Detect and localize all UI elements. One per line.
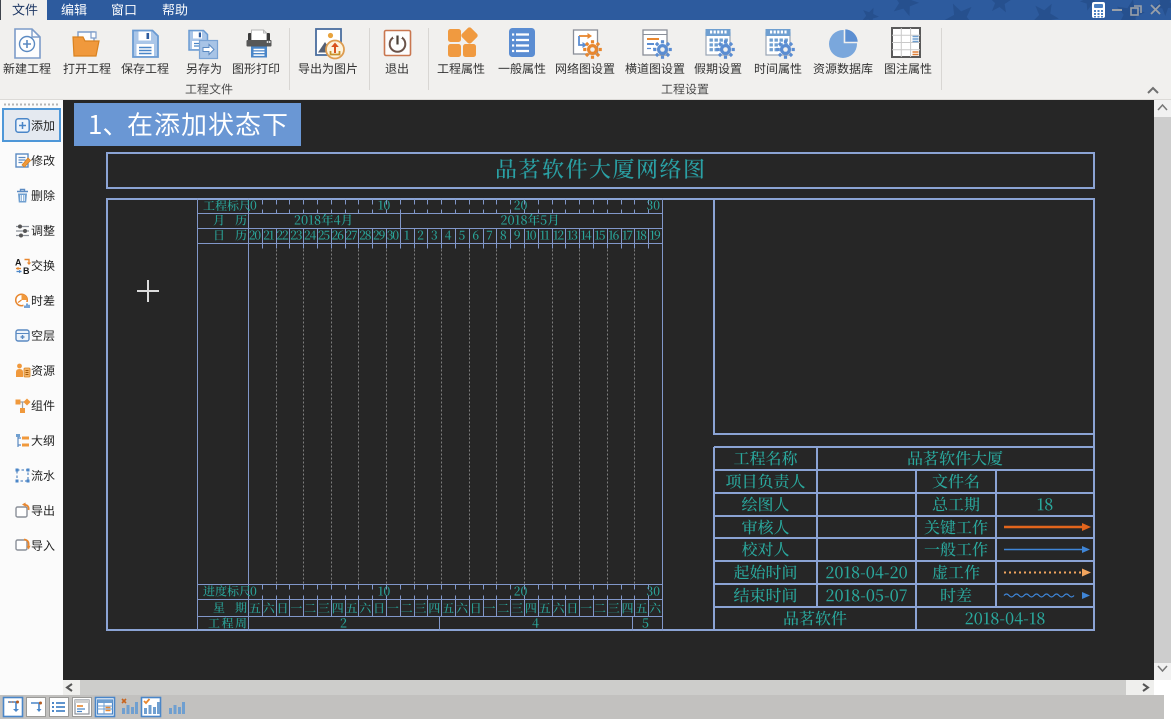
svg-text:B: B bbox=[23, 266, 30, 276]
svg-text:A: A bbox=[15, 258, 22, 268]
